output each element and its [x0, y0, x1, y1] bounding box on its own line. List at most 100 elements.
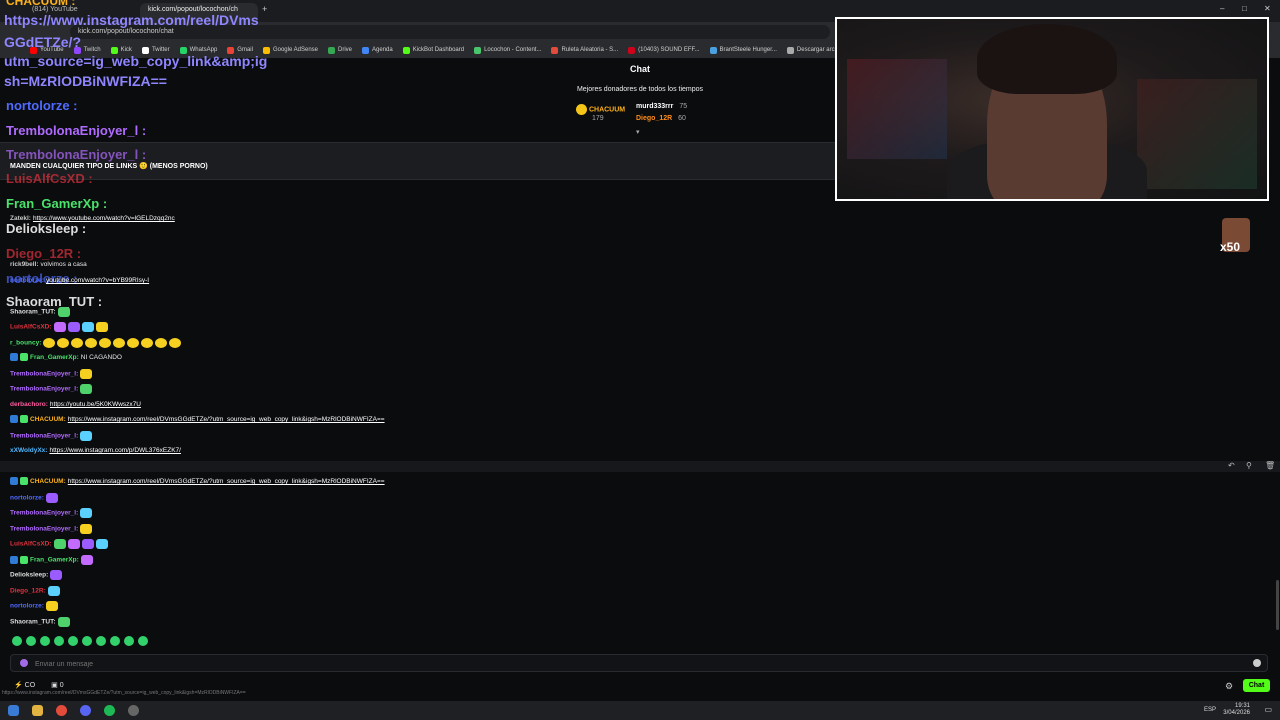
obs-icon[interactable] — [128, 705, 139, 716]
chat-username[interactable]: Delioksleep: — [10, 572, 48, 579]
delete-icon[interactable]: 🗑 — [1265, 461, 1275, 470]
clock[interactable]: 19:31 3/04/2026 — [1223, 703, 1250, 717]
emote — [68, 636, 78, 646]
chat-message[interactable]: TrembolonaEnjoyer_l: — [10, 384, 93, 395]
user-badge-icon — [20, 415, 28, 424]
bookmark-item[interactable]: (10403) SOUND EFF... — [628, 46, 700, 54]
notifications-icon[interactable]: ▭ — [1264, 705, 1272, 714]
chat-message[interactable]: CHACUUM:https://www.instagram.com/reel/D… — [10, 477, 385, 487]
chat-link[interactable]: youtube.com/watch?v=bYB99RIsy-I — [46, 277, 149, 284]
chevron-down-icon[interactable]: ▾ — [636, 128, 640, 136]
chat-username[interactable]: Shaoram_TUT: — [10, 309, 56, 316]
chat-username[interactable]: TrembolonaEnjoyer_l: — [10, 433, 78, 440]
close-icon[interactable]: ✕ — [1264, 4, 1271, 13]
file-explorer-icon[interactable] — [32, 705, 43, 716]
discord-icon[interactable] — [80, 705, 91, 716]
bookmark-item[interactable]: BrantSteele Hunger... — [709, 46, 777, 54]
chat-username[interactable]: CHACUUM: — [30, 416, 66, 423]
chat-message-input[interactable] — [35, 658, 1235, 670]
top-donor[interactable]: CHACUUM — [576, 104, 625, 115]
chat-input-box[interactable] — [10, 654, 1268, 672]
chat-username[interactable]: Fran_GamerXp: — [30, 557, 79, 564]
donor-1[interactable]: murd333rrr 75 — [636, 103, 687, 110]
donor-2-amount: 60 — [678, 115, 686, 122]
chat-link[interactable]: https://www.instagram.com/reel/DVmsGGdET… — [68, 478, 385, 485]
chat-link[interactable]: https://youtu.be/5K0KWwszx7U — [50, 401, 141, 408]
spotify-icon[interactable] — [104, 705, 115, 716]
chat-username[interactable]: nortolorze: — [10, 603, 44, 610]
chat-link[interactable]: https://www.instagram.com/reel/DVmsGGdET… — [68, 416, 385, 423]
chat-username[interactable]: r_bouncy: — [10, 340, 41, 347]
donor-1-name: murd333rrr — [636, 103, 674, 110]
chat-message[interactable]: rick9bell: volvimos a casa — [10, 260, 87, 270]
reply-icon[interactable]: ↶ — [1228, 461, 1235, 470]
chat-username[interactable]: nortolorze: — [10, 495, 44, 502]
chat-message[interactable]: Zatekl: https://www.youtube.com/watch?v=l… — [10, 214, 175, 224]
new-tab-button[interactable]: + — [262, 4, 267, 14]
chat-message[interactable]: LuisAlfCsXD: — [10, 322, 108, 333]
chat-message[interactable]: Diego_12R: — [10, 586, 60, 597]
maximize-icon[interactable]: □ — [1242, 4, 1247, 13]
gear-icon[interactable]: ⚙ — [1225, 681, 1233, 692]
chat-username[interactable]: xXWoldyXx: — [10, 447, 47, 454]
chrome-icon[interactable] — [56, 705, 67, 716]
chat-message[interactable]: Shaoram_TUT: — [10, 617, 70, 628]
chat-username[interactable]: TrembolonaEnjoyer_l: — [10, 510, 78, 517]
chat-message[interactable]: Fran_GamerXp: NI CAGANDO — [10, 353, 122, 363]
emote — [81, 322, 94, 332]
chat-username[interactable]: LuisAlfCsXD: — [10, 324, 52, 331]
bookmark-item[interactable]: Ruleta Aleatoria - S... — [551, 46, 618, 54]
bookmark-item[interactable]: Locochon - Content... — [474, 46, 541, 54]
chat-link[interactable]: https://www.youtube.com/watch?v=lGELDzqq… — [33, 215, 175, 222]
user-badge-icon — [20, 477, 28, 486]
language-indicator[interactable]: ESP — [1204, 707, 1216, 713]
bookmark-item[interactable]: Drive — [328, 46, 352, 54]
chat-username[interactable]: TrembolonaEnjoyer_l: — [10, 526, 78, 533]
chat-message[interactable]: TrembolonaEnjoyer_l: — [10, 524, 93, 535]
chat-message[interactable]: Shaoram_TUT: — [10, 307, 70, 318]
chat-message[interactable]: TrembolonaEnjoyer_l: — [10, 508, 93, 519]
chat-message[interactable]: Delioksleep: — [10, 570, 63, 581]
bookmark-icon — [709, 46, 717, 54]
bookmark-item[interactable]: Agenda — [362, 46, 393, 54]
chat-message[interactable]: TrembolonaEnjoyer_l: — [10, 369, 93, 380]
bookmark-label: (10403) SOUND EFF... — [638, 47, 700, 53]
emoji-icon[interactable] — [1253, 659, 1261, 667]
chat-username[interactable]: CHACUUM: — [30, 478, 66, 485]
chat-message[interactable]: CHACUUM:https://www.instagram.com/reel/D… — [10, 415, 385, 425]
bookmark-item[interactable]: KickBot Dashboard — [402, 46, 464, 54]
chat-message[interactable]: xXWoldyXx: https://www.instagram.com/p/DW… — [10, 446, 181, 456]
chat-message[interactable]: nortolorze: — [10, 493, 58, 504]
minimize-icon[interactable]: – — [1220, 4, 1224, 13]
emote — [57, 307, 70, 317]
donor-2[interactable]: Diego_12R 60 — [636, 115, 686, 122]
chat-message[interactable]: r_bouncy: — [10, 338, 182, 349]
chat-username[interactable]: Diego_12R: — [10, 588, 46, 595]
chat-username[interactable]: LuisAlfCsXD: — [10, 541, 52, 548]
chat-username[interactable]: Fran_GamerXp: — [30, 354, 79, 361]
chat-username[interactable]: rick9bell: — [10, 261, 39, 268]
bookmark-item[interactable]: Google AdSense — [262, 46, 318, 54]
start-icon[interactable] — [8, 705, 19, 716]
chat-link[interactable]: https://www.instagram.com/p/DWL376xEZK7/ — [49, 447, 181, 454]
chat-message[interactable]: TrembolonaEnjoyer_l: — [10, 431, 93, 442]
chat-username[interactable]: Shaoram_TUT: — [10, 619, 56, 626]
chat-text: NI CAGANDO — [80, 354, 122, 361]
chat-message[interactable]: Fran_GamerXp: — [10, 555, 93, 566]
chat-scrollbar[interactable] — [1276, 580, 1279, 630]
chat-message[interactable]: derbachoro: https://youtu.be/5K0KWwszx7U — [10, 400, 141, 410]
overlay-name: LuisAlfCsXD : — [6, 171, 93, 186]
chat-username[interactable]: TrembolonaEnjoyer_l: — [10, 386, 78, 393]
chat-message[interactable]: LuisAlfCsXD: — [10, 539, 108, 550]
pin-icon[interactable]: ⚲ — [1246, 461, 1252, 470]
chat-username[interactable]: derbachoro: — [10, 401, 48, 408]
chat-send-button[interactable]: Chat — [1243, 679, 1270, 692]
chat-username[interactable]: nortolorze: — [10, 277, 44, 284]
chat-message[interactable]: nortolorze: youtube.com/watch?v=bYB99RIsy… — [10, 276, 149, 286]
chat-username[interactable]: Zatekl: — [10, 215, 31, 222]
overlay-name: TrembolonaEnjoyer_l : — [6, 147, 147, 162]
chat-message[interactable]: nortolorze: — [10, 601, 58, 612]
chat-username[interactable]: TrembolonaEnjoyer_l: — [10, 371, 78, 378]
channel-points[interactable]: ⚡ CO — [14, 681, 35, 689]
pass-count[interactable]: ▣ 0 — [51, 681, 63, 689]
